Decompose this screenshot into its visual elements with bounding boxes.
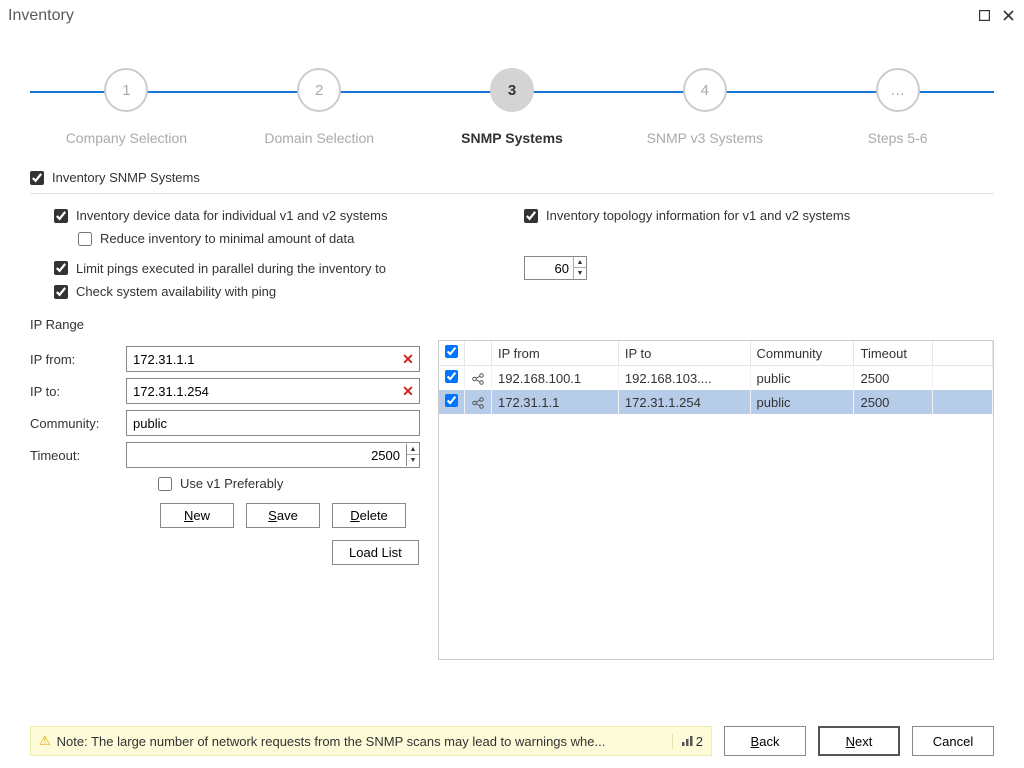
note-count[interactable]: 2 — [672, 734, 703, 749]
reduce-check[interactable]: Reduce inventory to minimal amount of da… — [78, 231, 994, 246]
ip-from-input[interactable] — [127, 349, 397, 370]
cell-timeout: 2500 — [854, 390, 933, 414]
availability-checkbox[interactable] — [54, 285, 68, 299]
ip-to-input[interactable] — [127, 381, 397, 402]
next-button[interactable]: Next — [818, 726, 900, 756]
col-ip-to[interactable]: IP to — [618, 341, 750, 366]
inventory-snmp-checkbox[interactable] — [30, 171, 44, 185]
step-number: 1 — [104, 68, 148, 112]
step-domain-selection[interactable]: 2 Domain Selection — [223, 62, 416, 146]
step-number: … — [876, 68, 920, 112]
col-community[interactable]: Community — [750, 341, 854, 366]
load-list-button[interactable]: Load List — [332, 540, 419, 565]
step-label: SNMP Systems — [416, 130, 609, 146]
device-data-check[interactable]: Inventory device data for individual v1 … — [54, 208, 504, 223]
spinner-down-icon[interactable]: ▼ — [407, 455, 419, 466]
step-company-selection[interactable]: 1 Company Selection — [30, 62, 223, 146]
warning-icon: ⚠ — [39, 733, 51, 749]
limit-pings-input[interactable] — [525, 259, 573, 278]
spinner-down-icon[interactable]: ▼ — [574, 268, 586, 279]
save-button[interactable]: Save — [246, 503, 320, 528]
use-v1-check[interactable]: Use v1 Preferably — [158, 476, 420, 491]
clear-ip-to-icon[interactable]: ✕ — [397, 383, 419, 400]
cell-ip-to: 192.168.103.... — [618, 366, 750, 391]
row-checkbox[interactable] — [445, 370, 458, 383]
topology-checkbox[interactable] — [524, 209, 538, 223]
limit-pings-check[interactable]: Limit pings executed in parallel during … — [54, 261, 504, 276]
timeout-label: Timeout: — [30, 448, 126, 463]
ip-to-label: IP to: — [30, 384, 126, 399]
note-text: Note: The large number of network reques… — [57, 734, 664, 749]
table-header-row: IP from IP to Community Timeout — [439, 341, 993, 366]
limit-pings-checkbox[interactable] — [54, 261, 68, 275]
table-row[interactable]: 192.168.100.1192.168.103....public2500 — [439, 366, 993, 391]
col-timeout[interactable]: Timeout — [854, 341, 933, 366]
spinner-up-icon[interactable]: ▲ — [574, 257, 586, 268]
new-button[interactable]: New — [160, 503, 234, 528]
cancel-button[interactable]: Cancel — [912, 726, 994, 756]
spinner-up-icon[interactable]: ▲ — [407, 444, 419, 455]
step-number: 2 — [297, 68, 341, 112]
maximize-icon[interactable] — [976, 8, 992, 24]
limit-pings-label: Limit pings executed in parallel during … — [76, 261, 386, 276]
inventory-snmp-label: Inventory SNMP Systems — [52, 170, 200, 185]
ip-range-table[interactable]: IP from IP to Community Timeout 192.168.… — [438, 340, 994, 660]
share-icon[interactable] — [471, 394, 485, 409]
step-label: SNMP v3 Systems — [608, 130, 801, 146]
timeout-input[interactable] — [127, 445, 406, 466]
stats-icon — [681, 735, 693, 747]
step-label: Company Selection — [30, 130, 223, 146]
cell-ip-from: 172.31.1.1 — [492, 390, 619, 414]
community-input[interactable] — [127, 413, 419, 434]
reduce-label: Reduce inventory to minimal amount of da… — [100, 231, 354, 246]
cell-ip-to: 172.31.1.254 — [618, 390, 750, 414]
step-label: Domain Selection — [223, 130, 416, 146]
availability-label: Check system availability with ping — [76, 284, 276, 299]
reduce-checkbox[interactable] — [78, 232, 92, 246]
note-bar[interactable]: ⚠ Note: The large number of network requ… — [30, 726, 712, 756]
cell-community: public — [750, 366, 854, 391]
step-snmp-systems[interactable]: 3 SNMP Systems — [416, 62, 609, 146]
community-label: Community: — [30, 416, 126, 431]
ip-from-label: IP from: — [30, 352, 126, 367]
step-more[interactable]: … Steps 5-6 — [801, 62, 994, 146]
cell-ip-from: 192.168.100.1 — [492, 366, 619, 391]
delete-button[interactable]: Delete — [332, 503, 406, 528]
use-v1-checkbox[interactable] — [158, 477, 172, 491]
limit-pings-spinner[interactable]: ▲ ▼ — [524, 256, 587, 280]
window-title: Inventory — [8, 7, 74, 25]
step-label: Steps 5-6 — [801, 130, 994, 146]
ip-range-header: IP Range — [30, 317, 994, 332]
step-number: 3 — [490, 68, 534, 112]
close-icon[interactable] — [1000, 8, 1016, 24]
availability-check[interactable]: Check system availability with ping — [54, 284, 994, 299]
col-ip-from[interactable]: IP from — [492, 341, 619, 366]
wizard-steps: 1 Company Selection 2 Domain Selection 3… — [0, 32, 1024, 166]
topology-check[interactable]: Inventory topology information for v1 an… — [524, 208, 974, 223]
step-snmp-v3-systems[interactable]: 4 SNMP v3 Systems — [608, 62, 801, 146]
back-button[interactable]: Back — [724, 726, 806, 756]
footer: ⚠ Note: The large number of network requ… — [30, 726, 994, 756]
use-v1-label: Use v1 Preferably — [180, 476, 283, 491]
inventory-snmp-check[interactable]: Inventory SNMP Systems — [30, 170, 994, 194]
select-all-checkbox[interactable] — [445, 345, 458, 358]
device-data-label: Inventory device data for individual v1 … — [76, 208, 387, 223]
share-icon[interactable] — [471, 370, 485, 385]
step-number: 4 — [683, 68, 727, 112]
cell-community: public — [750, 390, 854, 414]
title-bar: Inventory — [0, 0, 1024, 32]
row-checkbox[interactable] — [445, 394, 458, 407]
clear-ip-from-icon[interactable]: ✕ — [397, 351, 419, 368]
table-row[interactable]: 172.31.1.1172.31.1.254public2500 — [439, 390, 993, 414]
device-data-checkbox[interactable] — [54, 209, 68, 223]
topology-label: Inventory topology information for v1 an… — [546, 208, 850, 223]
cell-timeout: 2500 — [854, 366, 933, 391]
